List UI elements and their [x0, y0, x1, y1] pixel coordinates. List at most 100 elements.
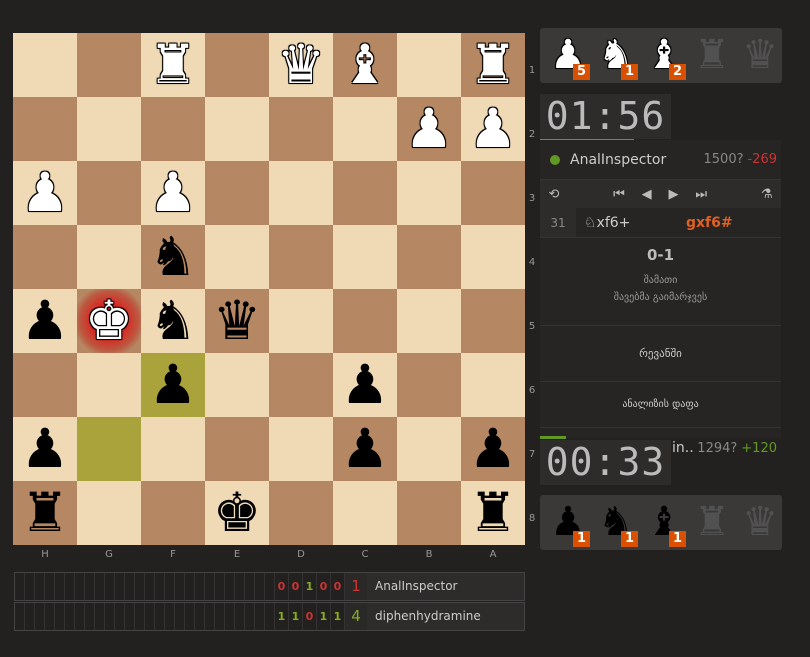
- square-c6[interactable]: ♟: [333, 353, 397, 417]
- square-h8[interactable]: ♜: [13, 481, 77, 545]
- square-b6[interactable]: [397, 353, 461, 417]
- square-c1[interactable]: ♝: [333, 33, 397, 97]
- rematch-button[interactable]: რევანში: [540, 326, 781, 382]
- square-h6[interactable]: [13, 353, 77, 417]
- square-a7[interactable]: ♟: [461, 417, 525, 481]
- last-move-icon[interactable]: ⏭: [695, 187, 707, 202]
- square-f1[interactable]: ♜: [141, 33, 205, 97]
- analysis-board-button[interactable]: ანალიზის დაფა: [540, 382, 781, 428]
- square-a2[interactable]: ♟: [461, 97, 525, 161]
- square-a4[interactable]: [461, 225, 525, 289]
- white-move[interactable]: ♘xf6+: [576, 215, 686, 231]
- square-f5[interactable]: ♞: [141, 289, 205, 353]
- pocket-pawn-icon[interactable]: ♟ 1: [544, 497, 592, 547]
- pocket-bishop-icon[interactable]: ♝ 1: [640, 497, 688, 547]
- white-pawn-icon[interactable]: ♟: [149, 161, 197, 225]
- square-g1[interactable]: [77, 33, 141, 97]
- white-bishop-icon[interactable]: ♝: [341, 33, 389, 97]
- square-e6[interactable]: [205, 353, 269, 417]
- square-e3[interactable]: [205, 161, 269, 225]
- black-rook-icon[interactable]: ♜: [469, 481, 517, 545]
- square-g2[interactable]: [77, 97, 141, 161]
- square-b2[interactable]: ♟: [397, 97, 461, 161]
- flip-board-icon[interactable]: ⟲: [548, 187, 559, 202]
- square-e1[interactable]: [205, 33, 269, 97]
- square-b3[interactable]: [397, 161, 461, 225]
- black-knight-icon[interactable]: ♞: [149, 225, 197, 289]
- square-c7[interactable]: ♟: [333, 417, 397, 481]
- prev-move-icon[interactable]: ◀: [642, 187, 652, 202]
- white-rook-icon[interactable]: ♜: [469, 33, 517, 97]
- square-c4[interactable]: [333, 225, 397, 289]
- square-d4[interactable]: [269, 225, 333, 289]
- black-pawn-icon[interactable]: ♟: [21, 417, 69, 481]
- top-pocket[interactable]: ♟ 5 ♞ 1 ♝ 2 ♜ ♛: [540, 28, 782, 83]
- square-d3[interactable]: [269, 161, 333, 225]
- square-a5[interactable]: [461, 289, 525, 353]
- square-f7[interactable]: [141, 417, 205, 481]
- bottom-pocket[interactable]: ♟ 1 ♞ 1 ♝ 1 ♜ ♛: [540, 495, 782, 550]
- square-h1[interactable]: [13, 33, 77, 97]
- square-g4[interactable]: [77, 225, 141, 289]
- square-h7[interactable]: ♟: [13, 417, 77, 481]
- square-h2[interactable]: [13, 97, 77, 161]
- square-a8[interactable]: ♜: [461, 481, 525, 545]
- square-g3[interactable]: [77, 161, 141, 225]
- square-f3[interactable]: ♟: [141, 161, 205, 225]
- square-d7[interactable]: [269, 417, 333, 481]
- pocket-pawn-icon[interactable]: ♟ 5: [544, 30, 592, 80]
- square-f6[interactable]: ♟: [141, 353, 205, 417]
- square-d1[interactable]: ♛: [269, 33, 333, 97]
- square-e8[interactable]: ♚: [205, 481, 269, 545]
- square-h4[interactable]: [13, 225, 77, 289]
- square-d6[interactable]: [269, 353, 333, 417]
- square-e2[interactable]: [205, 97, 269, 161]
- square-f4[interactable]: ♞: [141, 225, 205, 289]
- black-pawn-icon[interactable]: ♟: [149, 353, 197, 417]
- square-e7[interactable]: [205, 417, 269, 481]
- analysis-icon[interactable]: ⚗: [761, 187, 773, 202]
- black-rook-icon[interactable]: ♜: [21, 481, 69, 545]
- square-c2[interactable]: [333, 97, 397, 161]
- square-d5[interactable]: [269, 289, 333, 353]
- square-a6[interactable]: [461, 353, 525, 417]
- white-rook-icon[interactable]: ♜: [149, 33, 197, 97]
- square-g7[interactable]: [77, 417, 141, 481]
- square-b5[interactable]: [397, 289, 461, 353]
- pocket-bishop-icon[interactable]: ♝ 2: [640, 30, 688, 80]
- square-e4[interactable]: [205, 225, 269, 289]
- white-pawn-icon[interactable]: ♟: [21, 161, 69, 225]
- pocket-knight-icon[interactable]: ♞ 1: [592, 497, 640, 547]
- square-h5[interactable]: ♟: [13, 289, 77, 353]
- black-pawn-icon[interactable]: ♟: [341, 353, 389, 417]
- black-king-icon[interactable]: ♚: [213, 481, 261, 545]
- square-b8[interactable]: [397, 481, 461, 545]
- black-move[interactable]: gxf6#: [686, 215, 733, 231]
- square-b4[interactable]: [397, 225, 461, 289]
- square-f2[interactable]: [141, 97, 205, 161]
- chess-board[interactable]: ♜ ♛ ♝ ♜ ♟ ♟ ♟ ♟ ♞ ♟ ♚ ♞ ♛ ♟ ♟ ♟ ♟ ♟ ♜ ♚ ♜: [13, 33, 525, 545]
- score-player-name[interactable]: AnalInspector: [367, 573, 524, 600]
- square-e5[interactable]: ♛: [205, 289, 269, 353]
- square-f8[interactable]: [141, 481, 205, 545]
- white-queen-icon[interactable]: ♛: [277, 33, 325, 97]
- square-g5[interactable]: ♚: [77, 289, 141, 353]
- score-player-name[interactable]: diphenhydramine: [367, 603, 524, 630]
- black-pawn-icon[interactable]: ♟: [469, 417, 517, 481]
- square-g8[interactable]: [77, 481, 141, 545]
- square-a3[interactable]: [461, 161, 525, 225]
- first-move-icon[interactable]: ⏮: [613, 187, 625, 202]
- square-b1[interactable]: [397, 33, 461, 97]
- square-a1[interactable]: ♜: [461, 33, 525, 97]
- square-g6[interactable]: [77, 353, 141, 417]
- square-c3[interactable]: [333, 161, 397, 225]
- next-move-icon[interactable]: ▶: [669, 187, 679, 202]
- white-pawn-icon[interactable]: ♟: [469, 97, 517, 161]
- square-h3[interactable]: ♟: [13, 161, 77, 225]
- square-c8[interactable]: [333, 481, 397, 545]
- black-queen-icon[interactable]: ♛: [213, 289, 261, 353]
- white-pawn-icon[interactable]: ♟: [405, 97, 453, 161]
- square-d2[interactable]: [269, 97, 333, 161]
- square-b7[interactable]: [397, 417, 461, 481]
- pocket-knight-icon[interactable]: ♞ 1: [592, 30, 640, 80]
